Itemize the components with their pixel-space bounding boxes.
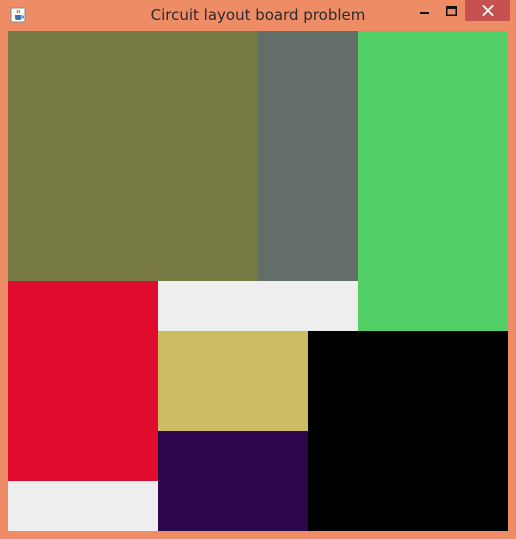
maximize-button[interactable] xyxy=(438,0,465,21)
java-cup-icon[interactable] xyxy=(10,7,26,23)
black-block xyxy=(308,331,508,531)
khaki-block xyxy=(158,331,308,431)
close-icon xyxy=(481,5,494,16)
purple-block xyxy=(158,431,308,531)
minimize-button[interactable] xyxy=(411,0,438,21)
maximize-icon xyxy=(446,5,457,16)
olive-block xyxy=(8,31,258,281)
green-block xyxy=(358,31,508,331)
gray-block xyxy=(258,31,358,281)
app-window: Circuit layout board problem xyxy=(0,0,516,539)
close-button[interactable] xyxy=(465,0,510,21)
red-block xyxy=(8,281,158,481)
minimize-icon xyxy=(419,11,429,14)
title-bar[interactable]: Circuit layout board problem xyxy=(0,0,516,31)
circuit-board xyxy=(8,31,508,531)
